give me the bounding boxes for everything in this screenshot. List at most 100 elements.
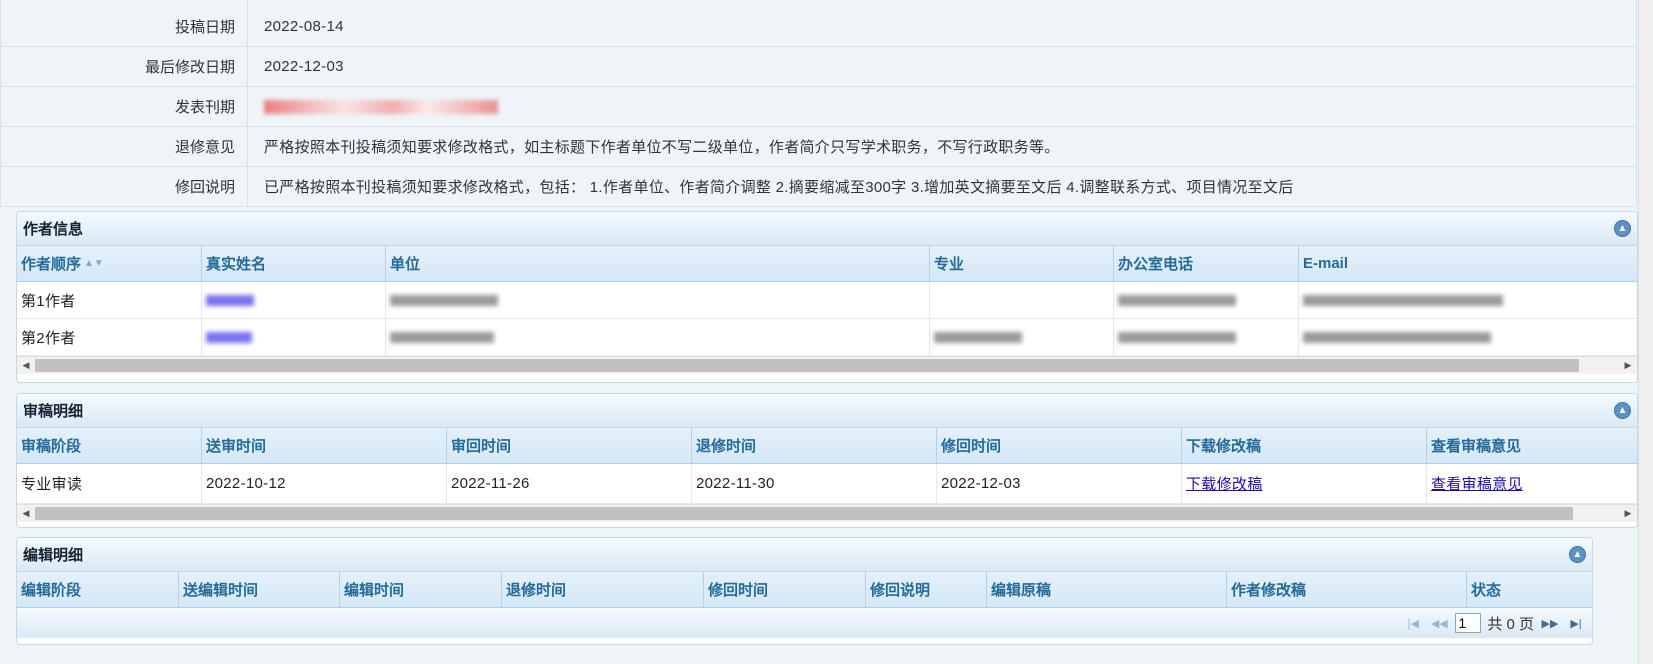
info-row-last-modified: 最后修改日期 2022-12-03 — [0, 47, 1637, 87]
cell-order: 第2作者 — [17, 319, 202, 355]
redacted-text — [206, 294, 254, 306]
collapse-up-icon[interactable]: ▲ — [1614, 402, 1631, 419]
scroll-left-icon[interactable]: ◀ — [17, 508, 35, 519]
cell-phone — [1114, 319, 1299, 355]
next-page-icon[interactable]: ▶▶ — [1540, 617, 1560, 630]
scroll-right-icon[interactable]: ▶ — [1619, 508, 1637, 519]
info-row-resubmit-note: 修回说明 已严格按照本刊投稿须知要求修改格式，包括： 1.作者单位、作者简介调整… — [0, 167, 1637, 207]
redacted-text — [1118, 294, 1236, 306]
panel-header: 作者信息 ▲ — [17, 212, 1637, 246]
column-header-edit-stage[interactable]: 编辑阶段 — [17, 572, 179, 607]
column-header-resubmitted[interactable]: 修回时间 — [937, 428, 1182, 463]
panel-title: 作者信息 — [23, 221, 84, 238]
info-label: 投稿日期 — [0, 0, 248, 46]
info-row-issue: 发表刊期 — [0, 87, 1637, 127]
column-header-revision[interactable]: 退修时间 — [502, 572, 704, 607]
info-label: 发表刊期 — [0, 87, 248, 126]
sort-icon[interactable]: ▲▼ — [84, 258, 104, 269]
table-row[interactable]: 第1作者 — [17, 282, 1637, 319]
edit-panel: 编辑明细 ▲ 编辑阶段 送编辑时间 编辑时间 退修时间 修回时间 修回说明 编辑… — [16, 537, 1593, 645]
page-number-input[interactable] — [1455, 613, 1482, 633]
cell-returned: 2022-11-26 — [447, 464, 692, 503]
panel-title: 编辑明细 — [23, 547, 84, 564]
panel-header: 审稿明细 ▲ — [17, 394, 1637, 428]
redacted-text — [390, 294, 498, 306]
cell-view: 查看审稿意见 — [1427, 464, 1637, 503]
table-row[interactable]: 专业审读 2022-10-12 2022-11-26 2022-11-30 20… — [17, 464, 1637, 504]
cell-revision: 2022-11-30 — [692, 464, 937, 503]
column-header-email[interactable]: E-mail — [1299, 246, 1637, 281]
column-header-major[interactable]: 专业 — [930, 246, 1114, 281]
collapse-up-icon[interactable]: ▲ — [1569, 546, 1586, 563]
cell-order: 第1作者 — [17, 282, 202, 318]
column-header-resubmitted[interactable]: 修回时间 — [704, 572, 866, 607]
cell-sent: 2022-10-12 — [202, 464, 447, 503]
redacted-text — [1303, 294, 1503, 306]
column-header-phone[interactable]: 办公室电话 — [1114, 246, 1299, 281]
info-label: 修回说明 — [0, 167, 248, 206]
authors-panel: 作者信息 ▲ 作者顺序 ▲▼ 真实姓名 单位 专业 办公室电话 E-mail 第… — [16, 211, 1638, 383]
cell-name — [202, 319, 386, 355]
cell-unit — [386, 282, 930, 318]
review-panel: 审稿明细 ▲ 审稿阶段 送审时间 审回时间 退修时间 修回时间 下载修改稿 查看… — [16, 393, 1638, 528]
cell-major — [930, 319, 1114, 355]
prev-page-icon[interactable]: ◀◀ — [1429, 617, 1449, 630]
page-total: 共 0 页 — [1487, 615, 1534, 633]
info-label: 退修意见 — [0, 127, 248, 166]
redacted-text — [206, 331, 252, 343]
cell-email — [1299, 319, 1637, 355]
column-header-author-revised[interactable]: 作者修改稿 — [1227, 572, 1467, 607]
cell-stage: 专业审读 — [17, 464, 202, 503]
manuscript-info-table: 投稿日期 2022-08-14 最后修改日期 2022-12-03 发表刊期 退… — [0, 0, 1637, 207]
info-row-submit-date: 投稿日期 2022-08-14 — [0, 0, 1637, 47]
column-header-stage[interactable]: 审稿阶段 — [17, 428, 202, 463]
download-revision-link[interactable]: 下载修改稿 — [1186, 473, 1263, 494]
column-header-returned[interactable]: 审回时间 — [447, 428, 692, 463]
scroll-left-icon[interactable]: ◀ — [17, 360, 35, 371]
horizontal-scrollbar[interactable]: ◀ ▶ — [17, 504, 1637, 522]
column-header-unit[interactable]: 单位 — [386, 246, 930, 281]
cell-name — [202, 282, 386, 318]
redacted-text — [390, 331, 494, 343]
collapse-up-icon[interactable]: ▲ — [1614, 220, 1631, 237]
grid-header: 编辑阶段 送编辑时间 编辑时间 退修时间 修回时间 修回说明 编辑原稿 作者修改… — [17, 572, 1592, 608]
info-value-redacted — [248, 87, 1637, 126]
cell-email — [1299, 282, 1637, 318]
cell-major — [930, 282, 1114, 318]
pagination-bar: |◀ ◀◀ 共 0 页 ▶▶ ▶| — [17, 608, 1592, 638]
redacted-text — [264, 99, 498, 114]
table-row[interactable]: 第2作者 — [17, 319, 1637, 356]
view-review-opinion-link[interactable]: 查看审稿意见 — [1431, 473, 1523, 494]
scrollbar-thumb[interactable] — [35, 507, 1573, 520]
column-header-resubmit-note[interactable]: 修回说明 — [866, 572, 987, 607]
horizontal-scrollbar[interactable]: ◀ ▶ — [17, 356, 1637, 374]
column-header-download[interactable]: 下载修改稿 — [1182, 428, 1427, 463]
column-header-sent[interactable]: 送审时间 — [202, 428, 447, 463]
column-header-original[interactable]: 编辑原稿 — [987, 572, 1227, 607]
info-value: 严格按照本刊投稿须知要求修改格式，如主标题下作者单位不写二级单位，作者简介只写学… — [248, 127, 1637, 166]
column-header-order[interactable]: 作者顺序 ▲▼ — [17, 246, 202, 281]
column-header-send-edit[interactable]: 送编辑时间 — [179, 572, 340, 607]
cell-unit — [386, 319, 930, 355]
vertical-scrollbar[interactable] — [1638, 0, 1653, 664]
column-header-edit-time[interactable]: 编辑时间 — [340, 572, 502, 607]
grid-header: 审稿阶段 送审时间 审回时间 退修时间 修回时间 下载修改稿 查看审稿意见 — [17, 428, 1637, 464]
info-value: 已严格按照本刊投稿须知要求修改格式，包括： 1.作者单位、作者简介调整 2.摘要… — [248, 167, 1637, 206]
redacted-text — [1118, 331, 1236, 343]
info-label: 最后修改日期 — [0, 47, 248, 86]
column-header-status[interactable]: 状态 — [1467, 572, 1590, 607]
scrollbar-thumb[interactable] — [35, 359, 1579, 372]
column-header-name[interactable]: 真实姓名 — [202, 246, 386, 281]
info-value: 2022-12-03 — [248, 47, 1637, 86]
scroll-right-icon[interactable]: ▶ — [1619, 360, 1637, 371]
column-header-revision[interactable]: 退修时间 — [692, 428, 937, 463]
first-page-icon[interactable]: |◀ — [1403, 617, 1423, 630]
column-header-view[interactable]: 查看审稿意见 — [1427, 428, 1637, 463]
redacted-text — [934, 331, 1022, 343]
grid-header: 作者顺序 ▲▼ 真实姓名 单位 专业 办公室电话 E-mail — [17, 246, 1637, 282]
cell-download: 下载修改稿 — [1182, 464, 1427, 503]
column-label: 作者顺序 — [21, 256, 82, 273]
last-page-icon[interactable]: ▶| — [1566, 617, 1586, 630]
panel-title: 审稿明细 — [23, 403, 84, 420]
info-row-revision-comment: 退修意见 严格按照本刊投稿须知要求修改格式，如主标题下作者单位不写二级单位，作者… — [0, 127, 1637, 167]
